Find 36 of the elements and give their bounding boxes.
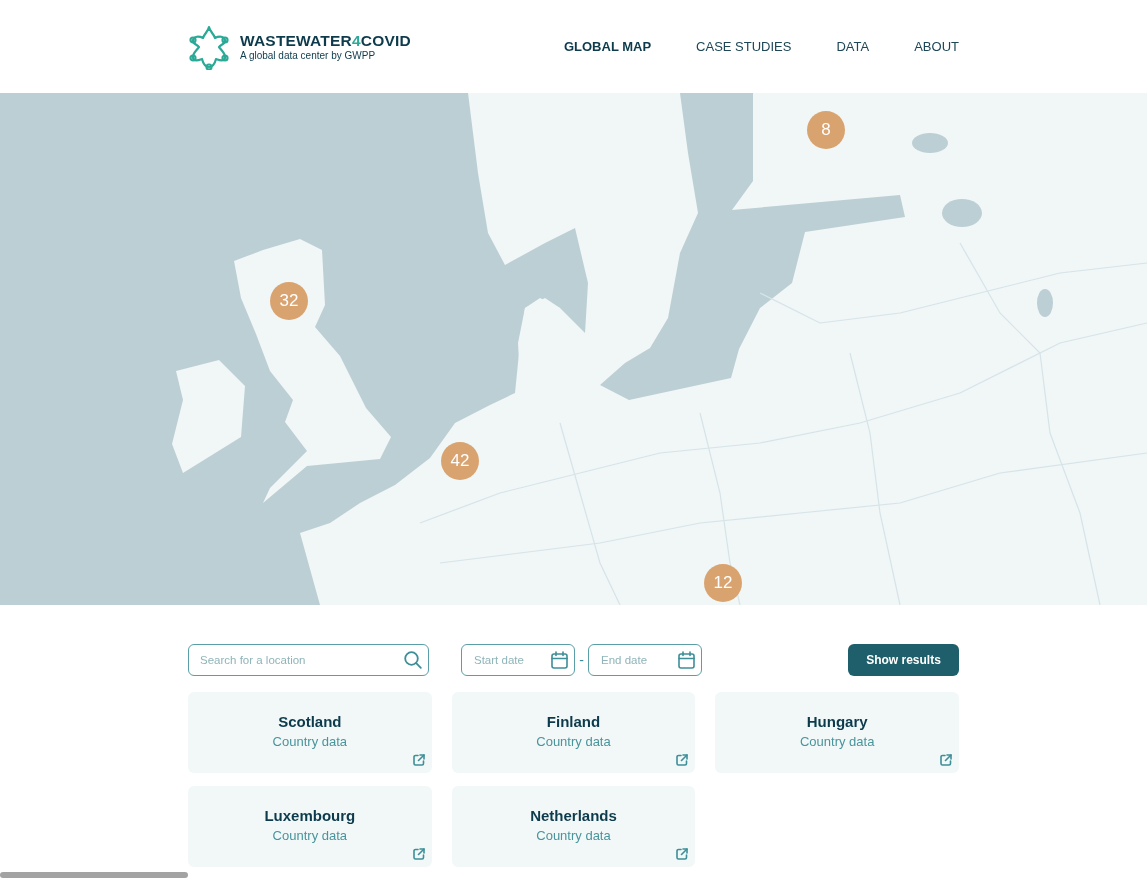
calendar-icon (551, 651, 568, 669)
logo-wordmark: WASTEWATER4COVID (240, 31, 411, 50)
show-results-button[interactable]: Show results (848, 644, 959, 676)
card-title: Scotland (278, 712, 342, 732)
card-subtitle: Country data (536, 733, 611, 751)
logo-tagline: A global data center by GWPP (240, 49, 377, 62)
card-title: Luxembourg (264, 806, 356, 826)
external-link-icon[interactable] (676, 754, 689, 766)
card-subtitle: Country data (272, 827, 348, 845)
external-link-icon[interactable] (676, 848, 689, 860)
card-title: Hungary (806, 712, 868, 732)
external-link-icon[interactable] (412, 754, 425, 766)
external-link-icon[interactable] (412, 848, 425, 860)
result-card[interactable]: Luxembourg Country data (188, 786, 432, 867)
result-card[interactable]: Scotland Country data (188, 692, 432, 773)
result-card[interactable]: Hungary Country data (715, 692, 959, 773)
card-subtitle: Country data (799, 733, 875, 751)
card-subtitle: Country data (536, 827, 611, 845)
result-card[interactable]: Finland Country data (451, 692, 696, 773)
card-title: Netherlands (530, 806, 617, 826)
date-field[interactable]: End date (588, 644, 702, 676)
date-field[interactable]: Start date (461, 644, 575, 676)
horizontal-scrollbar[interactable] (0, 872, 188, 878)
card-subtitle: Country data (272, 733, 348, 751)
search-field[interactable]: Search for a location (188, 644, 429, 676)
card-title: Finland (546, 712, 601, 732)
search-icon (404, 651, 422, 669)
date-separator: - (578, 650, 585, 670)
nav-link[interactable]: CASE STUDIES (696, 36, 792, 57)
logo-icon (188, 23, 230, 70)
external-link-icon[interactable] (940, 754, 952, 766)
nav-link[interactable]: GLOBAL MAP (563, 36, 652, 57)
nav-link[interactable]: DATA (836, 36, 870, 57)
nav-link[interactable]: ABOUT (914, 36, 959, 57)
result-card[interactable]: Netherlands Country data (451, 786, 696, 867)
calendar-icon (678, 651, 695, 669)
